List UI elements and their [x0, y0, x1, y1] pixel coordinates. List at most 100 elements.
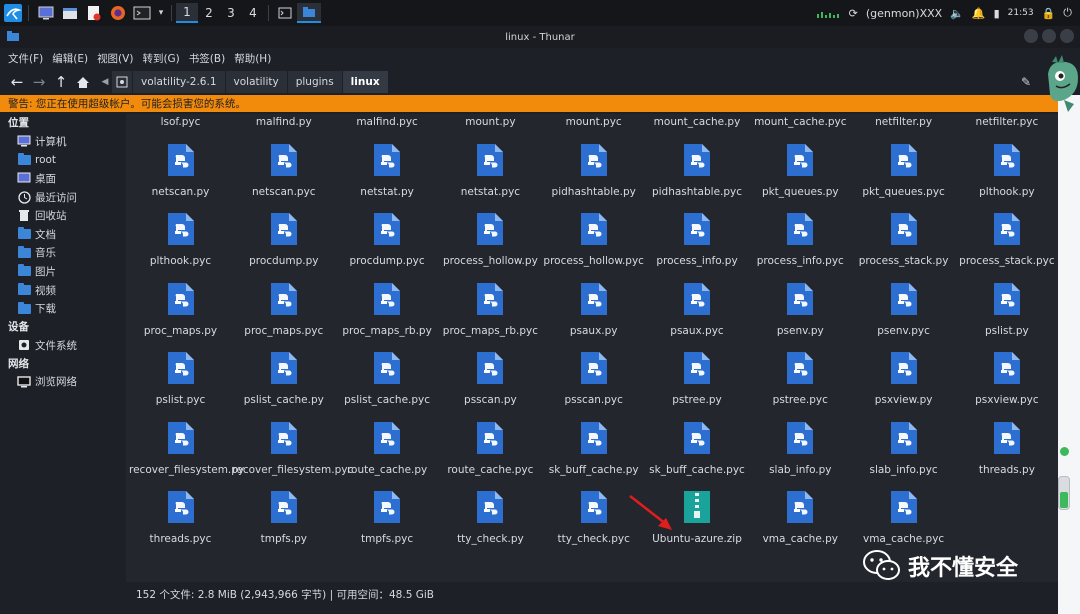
file-item[interactable]: proc_maps.py — [129, 281, 232, 338]
taskbar-terminal-window[interactable] — [273, 3, 297, 23]
taskbar-thunar-window[interactable] — [297, 3, 321, 23]
file-item[interactable]: threads.pyc — [129, 489, 232, 546]
file-item[interactable]: recover_filesystem.py — [129, 420, 244, 477]
notification-bell-icon[interactable]: 🔔 — [972, 7, 986, 20]
file-item[interactable]: malfind.pyc — [336, 114, 439, 129]
back-arrow-icon[interactable]: ← — [6, 71, 28, 93]
path-toggle-icon[interactable] — [112, 71, 132, 93]
file-item[interactable]: pkt_queues.py — [749, 142, 852, 199]
file-item[interactable]: plthook.py — [955, 142, 1058, 199]
file-item[interactable]: pidhashtable.pyc — [646, 142, 749, 199]
file-item[interactable]: pidhashtable.py — [542, 142, 645, 199]
file-item[interactable]: tmpfs.py — [232, 489, 335, 546]
file-item[interactable]: recover_filesystem.pyc — [232, 420, 353, 477]
file-item[interactable]: psxview.pyc — [955, 350, 1058, 407]
menu-help[interactable]: 帮助(H) — [234, 51, 271, 66]
chevron-down-icon[interactable]: ▾ — [155, 3, 167, 23]
menu-bookmarks[interactable]: 书签(B) — [189, 51, 225, 66]
lock-icon[interactable]: 🔒 — [1042, 7, 1056, 20]
window-titlebar[interactable]: linux - Thunar — [0, 26, 1080, 48]
file-item[interactable]: threads.py — [955, 420, 1058, 477]
file-item[interactable]: process_info.pyc — [749, 211, 852, 268]
workspace-2[interactable]: 2 — [198, 3, 220, 23]
file-item[interactable]: sk_buff_cache.py — [542, 420, 645, 477]
file-item[interactable]: pstree.pyc — [749, 350, 852, 407]
text-editor-icon[interactable] — [83, 3, 105, 23]
file-item[interactable]: psenv.py — [749, 281, 852, 338]
file-item[interactable]: netstat.pyc — [439, 142, 542, 199]
minimize-button[interactable] — [1024, 29, 1038, 43]
maximize-button[interactable] — [1042, 29, 1056, 43]
forward-arrow-icon[interactable]: → — [28, 71, 50, 93]
edit-location-icon[interactable]: ✎ — [1016, 72, 1036, 92]
clock[interactable]: 21:53 — [1008, 8, 1034, 18]
show-desktop-icon[interactable] — [35, 3, 57, 23]
file-item[interactable]: procdump.py — [232, 211, 335, 268]
breadcrumb-left-arrow-icon[interactable]: ◀ — [98, 71, 112, 93]
file-item[interactable]: route_cache.pyc — [439, 420, 542, 477]
workspace-4[interactable]: 4 — [242, 3, 264, 23]
file-item[interactable]: mount_cache.py — [646, 114, 749, 129]
close-button[interactable] — [1060, 29, 1074, 43]
sidebar-item-4[interactable]: 回收站 — [0, 206, 126, 225]
file-item[interactable]: mount_cache.pyc — [749, 114, 852, 129]
sidebar-item-1[interactable]: root — [0, 151, 126, 170]
sidebar-item-browse-network[interactable]: 浏览网络 — [0, 373, 126, 392]
file-item[interactable]: proc_maps.pyc — [232, 281, 335, 338]
file-item[interactable]: psenv.pyc — [852, 281, 955, 338]
file-item[interactable]: pslist.py — [955, 281, 1058, 338]
file-item[interactable]: psaux.py — [542, 281, 645, 338]
file-item[interactable]: plthook.pyc — [129, 211, 232, 268]
file-item[interactable]: mount.py — [439, 114, 542, 129]
file-item[interactable]: slab_info.py — [749, 420, 852, 477]
file-item[interactable]: malfind.py — [232, 114, 335, 129]
sidebar-item-6[interactable]: 音乐 — [0, 244, 126, 263]
file-item[interactable]: pslist.pyc — [129, 350, 232, 407]
home-icon[interactable] — [72, 71, 94, 93]
file-item[interactable]: netstat.py — [336, 142, 439, 199]
file-item[interactable]: mount.pyc — [542, 114, 645, 129]
file-manager-icon[interactable] — [59, 3, 81, 23]
file-item[interactable]: proc_maps_rb.pyc — [439, 281, 542, 338]
file-item[interactable]: vma_cache.py — [749, 489, 852, 546]
breadcrumb-item-current[interactable]: linux — [342, 71, 389, 93]
file-item[interactable]: process_info.py — [646, 211, 749, 268]
sidebar-item-9[interactable]: 下载 — [0, 299, 126, 318]
file-item[interactable]: slab_info.pyc — [852, 420, 955, 477]
file-item[interactable]: psxview.py — [852, 350, 955, 407]
menu-go[interactable]: 转到(G) — [142, 51, 179, 66]
breadcrumb-item[interactable]: volatility — [225, 71, 288, 93]
battery-icon[interactable]: ▮ — [994, 7, 1000, 20]
file-item[interactable]: netfilter.py — [852, 114, 955, 129]
file-item[interactable]: tmpfs.pyc — [336, 489, 439, 546]
genmon-plugin-label[interactable]: (genmon)XXX — [866, 7, 942, 20]
kali-menu-icon[interactable] — [2, 3, 24, 23]
sidebar-item-3[interactable]: 最近访问 — [0, 188, 126, 207]
sidebar-item-2[interactable]: 桌面 — [0, 169, 126, 188]
file-item[interactable]: proc_maps_rb.py — [336, 281, 439, 338]
firefox-icon[interactable] — [107, 3, 129, 23]
file-item[interactable]: sk_buff_cache.pyc — [646, 420, 749, 477]
file-item[interactable]: pkt_queues.pyc — [852, 142, 955, 199]
file-item[interactable]: psaux.pyc — [646, 281, 749, 338]
file-item[interactable]: process_stack.pyc — [955, 211, 1058, 268]
file-item[interactable]: psscan.pyc — [542, 350, 645, 407]
file-item[interactable]: tty_check.py — [439, 489, 542, 546]
sidebar-item-7[interactable]: 图片 — [0, 262, 126, 281]
volume-icon[interactable]: 🔈 — [950, 7, 964, 20]
file-item[interactable]: netscan.pyc — [232, 142, 335, 199]
menu-file[interactable]: 文件(F) — [8, 51, 43, 66]
file-item[interactable]: psscan.py — [439, 350, 542, 407]
sidebar-item-8[interactable]: 视频 — [0, 281, 126, 300]
breadcrumb-item[interactable]: plugins — [287, 71, 343, 93]
workspace-1[interactable]: 1 — [176, 3, 198, 23]
file-item[interactable]: process_stack.py — [852, 211, 955, 268]
file-item[interactable]: pslist_cache.py — [232, 350, 335, 407]
file-item[interactable]: lsof.pyc — [129, 114, 232, 129]
breadcrumb-item[interactable]: volatility-2.6.1 — [133, 71, 226, 93]
file-item[interactable]: process_hollow.pyc — [542, 211, 645, 268]
sidebar-item-0[interactable]: 计算机 — [0, 132, 126, 151]
refresh-icon[interactable]: ⟳ — [849, 7, 858, 20]
menu-edit[interactable]: 编辑(E) — [52, 51, 88, 66]
file-item[interactable]: pslist_cache.pyc — [336, 350, 439, 407]
